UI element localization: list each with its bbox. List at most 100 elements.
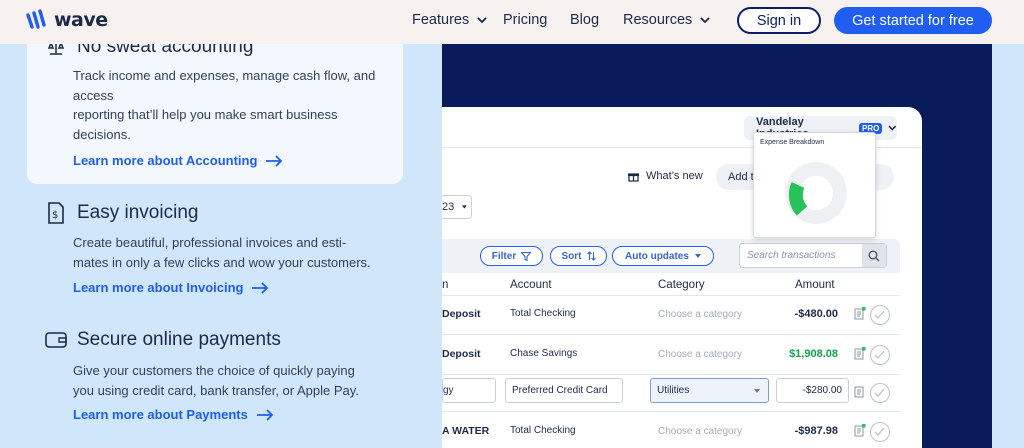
row-description: Deposit (442, 308, 481, 320)
table-row[interactable]: Deposit Total Checking Choose a category… (442, 295, 900, 335)
whats-new-button[interactable]: What’s new (628, 170, 703, 182)
auto-updates-button[interactable]: Auto updates (612, 246, 714, 266)
top-nav: wave Features Pricing Blog Resources Sig… (0, 0, 1024, 44)
feature-payments-title: Secure online payments (45, 329, 281, 351)
header-description: n (442, 279, 449, 291)
nav-resources[interactable]: Resources (623, 12, 710, 28)
header-amount: Amount (795, 279, 835, 291)
chevron-down-icon (477, 16, 487, 23)
year-select[interactable]: 23 (442, 195, 472, 219)
invoice-icon: $ (45, 202, 67, 224)
category-select[interactable]: Utilities (650, 378, 769, 403)
filter-button[interactable]: Filter (480, 246, 543, 266)
row-category: Utilities (657, 385, 690, 396)
svg-text:$: $ (52, 210, 58, 221)
auto-updates-label: Auto updates (625, 250, 689, 262)
desc-line: Give your customers the choice of quickl… (73, 363, 355, 378)
link-label: Learn more about Invoicing (73, 280, 244, 295)
receipt-icon[interactable] (854, 347, 866, 360)
learn-more-accounting-link[interactable]: Learn more about Accounting (73, 153, 283, 168)
row-account: Total Checking (510, 308, 576, 319)
nav-features[interactable]: Features (412, 12, 487, 28)
dropdown-arrow-icon (754, 389, 760, 393)
row-amount: -$280.00 (802, 385, 842, 396)
filter-icon (521, 251, 532, 261)
gift-icon (628, 172, 639, 182)
dropdown-arrow-icon (462, 205, 467, 209)
feature-title-text: Easy invoicing (77, 202, 199, 223)
desc-line: Create beautiful, professional invoices … (73, 235, 347, 250)
search-icon (868, 250, 880, 261)
brand-name: wave (54, 9, 108, 31)
search-button[interactable] (862, 244, 886, 267)
header-category: Category (658, 279, 705, 291)
chevron-down-icon (700, 16, 710, 23)
sort-icon (586, 251, 596, 261)
row-account: Chase Savings (510, 348, 578, 359)
search-placeholder: Search transactions (747, 250, 836, 261)
learn-more-payments-link[interactable]: Learn more about Payments (73, 407, 274, 422)
arrow-right-icon (256, 408, 274, 421)
row-amount: $1,908.08 (789, 348, 838, 360)
arrow-right-icon (252, 281, 269, 294)
wave-logo[interactable]: wave (26, 9, 108, 31)
year-label: 23 (442, 201, 455, 213)
popup-title: Expense Breakdown (760, 139, 825, 146)
feature-title-text: Secure online payments (77, 329, 281, 350)
row-amount: -$480.00 (794, 308, 838, 320)
mark-reviewed-icon[interactable] (870, 305, 890, 325)
nav-blog[interactable]: Blog (570, 12, 599, 28)
header-account: Account (510, 279, 552, 291)
row-category[interactable]: Choose a category (658, 426, 742, 437)
chevron-down-icon (888, 125, 897, 131)
row-amount: -$987.98 (794, 425, 838, 437)
desc-line: Track income and expenses, manage cash f… (73, 68, 376, 83)
wallet-icon (45, 329, 67, 351)
desc-line: access (73, 87, 114, 103)
transactions-toolbar: Filter Sort Auto updates Search transact… (442, 239, 900, 273)
account-field[interactable]: Preferred Credit Card (505, 378, 623, 403)
dropdown-arrow-icon (694, 254, 701, 258)
link-label: Learn more about Payments (73, 407, 248, 422)
wave-logo-icon (26, 9, 46, 29)
sort-label: Sort (561, 250, 582, 262)
filter-label: Filter (491, 250, 517, 262)
row-description: gy (443, 385, 454, 396)
table-row[interactable]: Deposit Chase Savings Choose a category … (442, 335, 900, 375)
row-account: Preferred Credit Card (512, 385, 608, 396)
whats-new-label: What’s new (646, 170, 703, 182)
row-description: Deposit (442, 348, 481, 360)
nav-blog-label: Blog (570, 12, 600, 28)
learn-more-invoicing-link[interactable]: Learn more about Invoicing (73, 280, 269, 295)
row-category[interactable]: Choose a category (658, 349, 742, 360)
donut-chart (785, 162, 847, 224)
amount-field[interactable]: -$280.00 (776, 378, 849, 403)
receipt-icon[interactable] (854, 424, 866, 437)
description-field[interactable]: gy (442, 378, 496, 403)
get-started-button[interactable]: Get started for free (834, 7, 992, 34)
nav-pricing-label: Pricing (503, 12, 548, 28)
table-row-editing[interactable]: gy Preferred Credit Card Utilities -$280… (442, 375, 900, 412)
nav-pricing[interactable]: Pricing (503, 12, 547, 28)
feature-invoicing-desc: Create beautiful, professional invoices … (73, 233, 371, 272)
receipt-icon[interactable] (854, 385, 866, 398)
row-category[interactable]: Choose a category (658, 309, 742, 320)
nav-resources-label: Resources (623, 12, 693, 28)
receipt-icon[interactable] (854, 307, 866, 320)
sort-button[interactable]: Sort (550, 246, 607, 266)
search-transactions-input[interactable]: Search transactions (739, 243, 887, 268)
row-description: A WATER (442, 425, 490, 437)
feature-invoicing-title: $ Easy invoicing (45, 202, 198, 224)
desc-line: you using credit card, bank transfer, or… (73, 382, 359, 398)
expense-breakdown-popup: Expense Breakdown (753, 132, 876, 238)
sign-in-button[interactable]: Sign in (737, 7, 821, 34)
mark-reviewed-icon[interactable] (870, 345, 890, 365)
desc-line: decisions. (73, 126, 131, 142)
nav-features-label: Features (412, 12, 470, 28)
link-label: Learn more about Accounting (73, 153, 258, 168)
mark-reviewed-icon[interactable] (870, 383, 890, 403)
row-account: Total Checking (510, 425, 576, 436)
mark-reviewed-icon[interactable] (870, 422, 890, 442)
feature-accounting-desc: Track income and expenses, manage cash f… (73, 66, 375, 144)
table-row[interactable]: A WATER Total Checking Choose a category… (442, 412, 900, 448)
